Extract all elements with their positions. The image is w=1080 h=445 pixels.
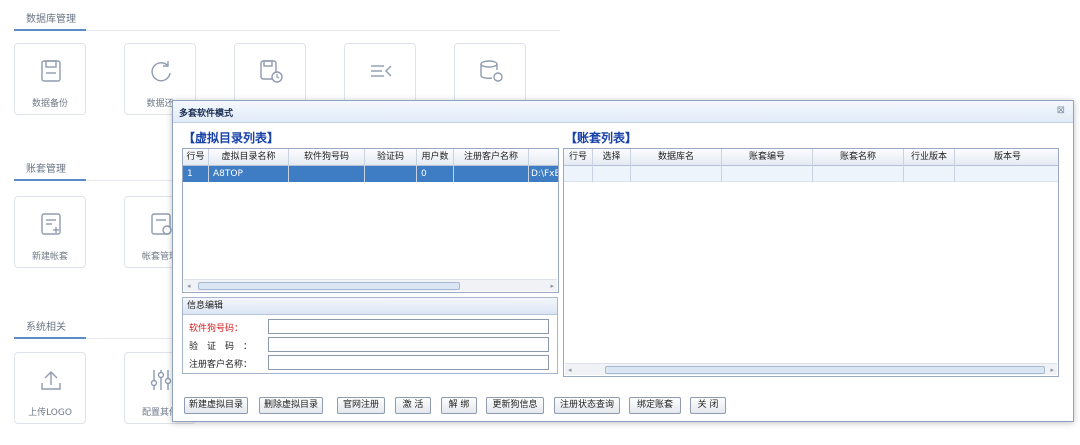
tile-data-backup[interactable]: 数据备份 (14, 43, 86, 115)
account-list-title: 【账套列表】 (565, 131, 638, 145)
update-dongle-info-button[interactable]: 更新狗信息 (486, 397, 544, 414)
empty-cell (813, 166, 904, 182)
horizontal-scrollbar[interactable]: ◂ ▸ (565, 363, 1057, 375)
restore-icon (151, 61, 171, 82)
cell-path: D:\FxE (531, 169, 559, 179)
multi-software-dialog: 多套软件模式 ⊠ 【虚拟目录列表】 行号 虚拟目录名称 软件狗号码 验证码 用户… (172, 100, 1074, 422)
dialog-title: 多套软件模式 (179, 109, 234, 119)
activate-button[interactable]: 激 活 (395, 397, 431, 414)
column-header[interactable]: 账套编号 (722, 149, 813, 166)
official-register-button[interactable]: 官网注册 (337, 397, 385, 414)
section-title-account: 账套管理 (26, 164, 66, 175)
cell-verification-code (365, 166, 417, 182)
column-header[interactable]: 选择 (593, 149, 631, 166)
horizontal-scrollbar[interactable]: ◂ ▸ (184, 279, 557, 291)
cell-customer-name (454, 166, 529, 182)
column-header[interactable]: 行号 (183, 149, 209, 166)
section-divider (14, 179, 174, 181)
cell-row-number: 1 (183, 166, 209, 182)
new-document-icon (41, 213, 61, 235)
table-row[interactable]: 1 A8TOP 0 D:\FxE (183, 166, 558, 182)
dongle-number-input[interactable] (268, 319, 549, 334)
tile-label: 新建帐套 (31, 252, 68, 262)
empty-cell (722, 166, 813, 182)
new-virtual-directory-button[interactable]: 新建虚拟目录 (184, 397, 248, 414)
verification-code-input[interactable] (268, 337, 549, 352)
bind-account-button[interactable]: 绑定账套 (629, 397, 681, 414)
empty-cell (593, 166, 631, 182)
sliders-icon (150, 370, 172, 390)
customer-name-label: 注册客户名称： (189, 360, 253, 370)
column-header[interactable]: 虚拟目录名称 (209, 149, 289, 166)
scrollbar-thumb[interactable] (198, 282, 460, 290)
unbind-button[interactable]: 解 绑 (441, 397, 477, 414)
scroll-right-icon[interactable]: ▸ (550, 280, 554, 292)
info-edit-title: 信息编辑 (183, 298, 557, 315)
section-title-database: 数据库管理 (26, 14, 76, 25)
column-header[interactable]: 版本号 (955, 149, 1058, 166)
delete-virtual-directory-button[interactable]: 删除虚拟目录 (259, 397, 323, 414)
empty-cell (564, 166, 593, 182)
scroll-left-icon[interactable]: ◂ (568, 364, 572, 376)
column-header[interactable] (529, 149, 558, 166)
database-settings-icon (480, 60, 503, 82)
column-header[interactable]: 账套名称 (813, 149, 904, 166)
cell-directory-name: A8TOP (209, 166, 289, 182)
account-grid[interactable]: 行号 选择 数据库名 账套编号 账套名称 行业版本 版本号 ◂ ▸ (563, 148, 1059, 377)
scroll-right-icon[interactable]: ▸ (1050, 364, 1054, 376)
dongle-number-label: 软件狗号码： (189, 324, 244, 334)
grid-header: 行号 选择 数据库名 账套编号 账套名称 行业版本 版本号 (564, 149, 1058, 166)
tile-new-account[interactable]: 新建帐套 (14, 196, 86, 268)
list-collapse-icon (371, 65, 392, 77)
virtual-list-title: 【虚拟目录列表】 (183, 131, 280, 145)
scheduled-backup-icon (260, 60, 283, 83)
registration-status-query-button[interactable]: 注册状态查询 (554, 397, 620, 414)
close-button[interactable]: 关 闭 (690, 397, 726, 414)
document-settings-icon (151, 213, 172, 235)
cell-user-count: 0 (417, 166, 454, 182)
cell-dongle-number (289, 166, 365, 182)
section-divider (14, 337, 174, 339)
column-header[interactable]: 用户数 (417, 149, 454, 166)
customer-name-input[interactable] (268, 355, 549, 370)
app-window: 数据库管理 数据备份 数据还 账套管理 新建帐套 帐套管理 系统相关 上传LOG… (0, 0, 1080, 445)
column-header[interactable]: 验证码 (365, 149, 417, 166)
column-header[interactable]: 行业版本 (904, 149, 955, 166)
scrollbar-thumb[interactable] (605, 366, 1045, 374)
info-edit-panel: 信息编辑 软件狗号码： 验 证 码 ： 注册客户名称： (182, 297, 558, 374)
dialog-client: 【虚拟目录列表】 行号 虚拟目录名称 软件狗号码 验证码 用户数 注册客户名称 … (173, 123, 1073, 421)
empty-cell (904, 166, 955, 182)
scroll-left-icon[interactable]: ◂ (187, 280, 191, 292)
dialog-titlebar[interactable]: 多套软件模式 ⊠ (173, 101, 1073, 123)
close-icon[interactable]: ⊠ (1057, 105, 1065, 116)
section-title-system: 系统相关 (26, 322, 66, 333)
table-row[interactable] (564, 166, 1058, 182)
empty-cell (631, 166, 722, 182)
tile-label: 数据备份 (31, 99, 68, 109)
upload-icon (41, 371, 61, 390)
verification-code-label: 验 证 码 ： (189, 342, 253, 352)
virtual-directory-grid[interactable]: 行号 虚拟目录名称 软件狗号码 验证码 用户数 注册客户名称 1 A8TOP 0… (182, 148, 559, 293)
column-header[interactable]: 数据库名 (631, 149, 722, 166)
tile-label: 上传LOGO (28, 408, 72, 418)
tile-upload-logo[interactable]: 上传LOGO (14, 352, 86, 424)
grid-header: 行号 虚拟目录名称 软件狗号码 验证码 用户数 注册客户名称 (183, 149, 558, 166)
column-header[interactable]: 注册客户名称 (454, 149, 529, 166)
column-header[interactable]: 行号 (564, 149, 593, 166)
save-icon (41, 60, 61, 82)
column-header[interactable]: 软件狗号码 (289, 149, 365, 166)
section-divider (14, 29, 560, 31)
